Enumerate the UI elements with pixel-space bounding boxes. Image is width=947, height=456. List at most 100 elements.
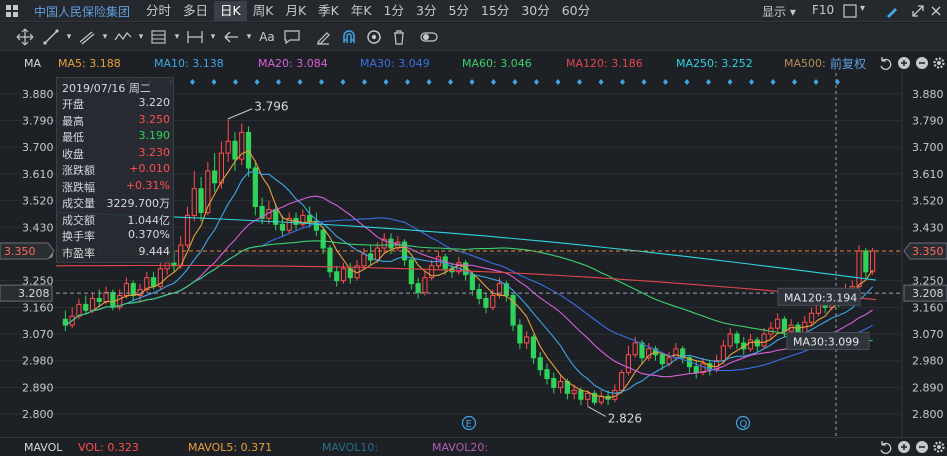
pen-icon[interactable] — [884, 3, 900, 19]
arrow-tool-icon[interactable] — [222, 28, 240, 46]
candle-body[interactable] — [496, 283, 503, 296]
magnet-icon[interactable] — [340, 28, 358, 46]
chevron-down-icon[interactable]: ▾ — [204, 28, 222, 46]
candle-body[interactable] — [585, 392, 591, 400]
chevron-down-icon[interactable]: ▾ — [168, 28, 186, 46]
chevron-down-icon[interactable]: ▾ — [132, 28, 150, 46]
candle-body[interactable] — [754, 339, 760, 347]
candle-body[interactable] — [340, 268, 347, 282]
candle-body[interactable] — [537, 357, 543, 371]
candle-body[interactable] — [571, 389, 577, 394]
period-tab[interactable]: 60分 — [556, 1, 596, 21]
candle-body[interactable] — [808, 312, 815, 323]
close-icon[interactable] — [928, 3, 944, 19]
indicator-name[interactable]: MA — [24, 57, 41, 70]
candle-body[interactable] — [245, 131, 252, 169]
candle-body[interactable] — [863, 250, 869, 273]
chevron-down-icon[interactable]: ▾ — [860, 3, 865, 14]
trash-icon[interactable] — [390, 28, 408, 46]
candle-body[interactable] — [625, 354, 632, 374]
channel-tool-icon[interactable] — [78, 28, 96, 46]
move-icon[interactable] — [16, 28, 34, 46]
expand-icon[interactable] — [910, 3, 926, 19]
candle-body[interactable] — [279, 223, 286, 231]
zoom-in-icon[interactable] — [897, 440, 911, 454]
text-tool-icon[interactable]: Aa — [258, 28, 276, 46]
candle-body[interactable] — [232, 140, 238, 160]
candle-body[interactable] — [517, 324, 523, 344]
settings-icon[interactable] — [932, 440, 946, 454]
candle-body[interactable] — [632, 342, 638, 356]
period-tab[interactable]: 3分 — [410, 1, 442, 21]
range-tool-icon[interactable] — [186, 28, 204, 46]
candle-body[interactable] — [191, 188, 197, 216]
period-tab[interactable]: 15分 — [475, 1, 515, 21]
candle-body[interactable] — [306, 214, 313, 222]
candle-body[interactable] — [673, 348, 679, 359]
candle-body[interactable] — [110, 292, 116, 308]
period-tab[interactable]: 季K — [312, 1, 345, 21]
candle-body[interactable] — [83, 303, 89, 311]
candle-body[interactable] — [856, 250, 862, 288]
checkbox-icon[interactable] — [842, 3, 858, 19]
period-tab[interactable]: 日K — [214, 1, 247, 21]
wave-tool-icon[interactable] — [114, 28, 132, 46]
settings-icon[interactable] — [932, 56, 946, 70]
line-tool-icon[interactable] — [42, 28, 60, 46]
chevron-down-icon[interactable]: ▾ — [96, 28, 114, 46]
adjust-mode[interactable]: 前复权 — [830, 55, 866, 72]
candle-body[interactable] — [198, 188, 204, 213]
candle-body[interactable] — [483, 297, 489, 308]
candle-body[interactable] — [619, 372, 625, 391]
candle-body[interactable] — [557, 380, 564, 388]
volume-indicator[interactable]: MAVOL — [24, 441, 62, 454]
candle-body[interactable] — [727, 333, 733, 347]
candle-body[interactable] — [693, 366, 699, 374]
candle-body[interactable] — [225, 140, 231, 154]
candle-body[interactable] — [89, 297, 96, 311]
period-tab[interactable]: 年K — [345, 1, 378, 21]
candle-body[interactable] — [374, 247, 381, 261]
candle-body[interactable] — [218, 152, 225, 184]
candle-body[interactable] — [252, 167, 258, 208]
eraser-icon[interactable] — [314, 28, 332, 46]
period-tab[interactable]: 5分 — [442, 1, 474, 21]
undo-icon[interactable] — [878, 440, 892, 454]
candle-body[interactable] — [469, 274, 475, 291]
candle-body[interactable] — [76, 303, 82, 317]
zoom-out-icon[interactable] — [915, 56, 929, 70]
candle-body[interactable] — [551, 378, 557, 388]
toggle-icon[interactable] — [420, 28, 438, 46]
candle-body[interactable] — [388, 238, 394, 249]
period-tab[interactable]: 1分 — [378, 1, 410, 21]
candle-body[interactable] — [524, 336, 530, 344]
candle-body[interactable] — [320, 229, 326, 249]
candle-body[interactable] — [734, 333, 740, 344]
candle-body[interactable] — [327, 247, 333, 273]
candle-body[interactable] — [212, 170, 218, 184]
zoom-in-icon[interactable] — [897, 56, 911, 70]
candle-body[interactable] — [870, 250, 876, 273]
candle-body[interactable] — [659, 354, 665, 365]
period-tab[interactable]: 周K — [247, 1, 280, 21]
comment-icon[interactable] — [283, 28, 301, 46]
candle-body[interactable] — [361, 253, 367, 267]
candle-body[interactable] — [775, 318, 781, 329]
candle-body[interactable] — [130, 283, 136, 296]
candle-body[interactable] — [781, 318, 788, 332]
period-tab[interactable]: 分时 — [140, 1, 177, 21]
candle-body[interactable] — [422, 277, 428, 294]
candle-body[interactable] — [150, 277, 157, 288]
candle-body[interactable] — [476, 289, 482, 299]
candle-body[interactable] — [415, 283, 421, 294]
candle-body[interactable] — [184, 214, 191, 246]
candle-body[interactable] — [747, 339, 754, 350]
f10-button[interactable]: F10 — [812, 3, 834, 17]
display-menu[interactable]: 显示 ▾ — [762, 3, 796, 20]
candle-body[interactable] — [720, 345, 726, 362]
chevron-down-icon[interactable]: ▾ — [240, 28, 258, 46]
period-tab[interactable]: 多日 — [177, 1, 214, 21]
period-tab[interactable]: 月K — [279, 1, 312, 21]
grid-menu-icon[interactable] — [4, 3, 20, 19]
candle-body[interactable] — [544, 369, 550, 380]
